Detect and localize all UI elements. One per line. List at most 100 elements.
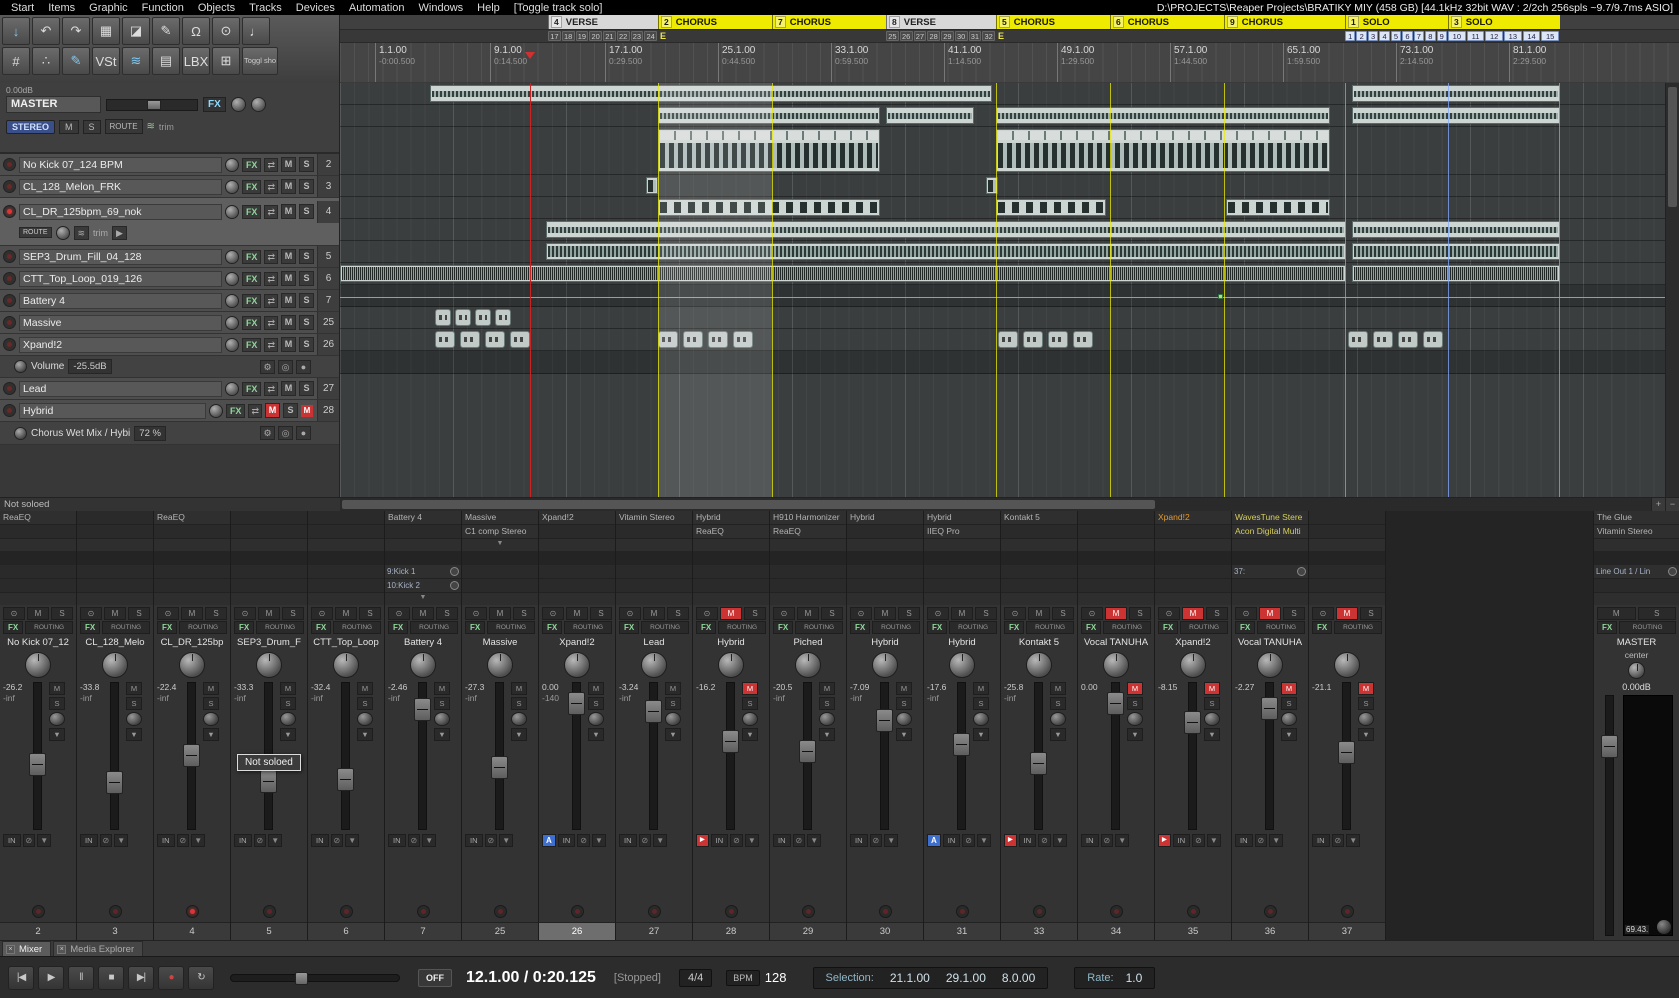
strip-fx-button[interactable]: FX	[465, 621, 485, 634]
solo-button[interactable]: S	[299, 179, 314, 194]
marker-chip[interactable]: 18	[562, 31, 575, 41]
send-slot[interactable]	[616, 579, 692, 593]
send-slot[interactable]	[1001, 565, 1077, 579]
envelope-lane-chorus-wet-mix-hybi[interactable]: Chorus Wet Mix / Hybi72 %⚙◎●	[0, 422, 339, 445]
strip-solo2-button[interactable]: S	[434, 697, 450, 710]
strip-trim-knob[interactable]	[1358, 712, 1374, 726]
strip-fx-button[interactable]: FX	[1312, 621, 1332, 634]
strip-solo2-button[interactable]: S	[511, 697, 527, 710]
strip-solo2-button[interactable]: S	[742, 697, 758, 710]
mixer-strip-33[interactable]: Kontakt 5⊙MSFXROUTINGKontakt 5-25.8-infM…	[1001, 511, 1078, 940]
strip-solo-button[interactable]: S	[898, 607, 920, 620]
strip-routing-button[interactable]: ROUTING	[1180, 621, 1228, 634]
send-slot[interactable]: 9:Kick 1	[385, 565, 461, 579]
strip-fader-handle[interactable]	[876, 709, 893, 732]
strip-mute2-button[interactable]: M	[588, 682, 604, 695]
marker-chip[interactable]: 19	[576, 31, 589, 41]
go-to-start-button[interactable]: |◀	[8, 966, 34, 990]
pan-knob[interactable]	[225, 158, 239, 172]
media-item[interactable]	[658, 199, 880, 216]
io-button[interactable]: ⇄	[264, 382, 278, 396]
strip-fx-button[interactable]: FX	[1081, 621, 1101, 634]
track-panel-battery-4[interactable]: Battery 4FX⇄MS7	[0, 290, 339, 312]
marker-chip[interactable]: 15	[1541, 31, 1559, 41]
arrange-view[interactable]	[340, 83, 1665, 497]
arrange-row-track-7[interactable]	[340, 219, 1665, 241]
pan-knob[interactable]	[225, 316, 239, 330]
solo-button[interactable]: S	[299, 249, 314, 264]
fx-slot[interactable]: Kontakt 5	[1001, 511, 1077, 525]
strip-mute2-button[interactable]: M	[203, 682, 219, 695]
strip-fx-button[interactable]: FX	[3, 621, 23, 634]
strip-trim-knob[interactable]	[973, 712, 989, 726]
fx-slot[interactable]	[1001, 525, 1077, 539]
strip-pan-knob[interactable]	[564, 652, 590, 678]
strip-number[interactable]: 33	[1001, 922, 1077, 940]
fx-env-arrow-icon[interactable]: ▼	[422, 834, 436, 847]
menu-item-items[interactable]: Items	[41, 2, 82, 14]
fx-env-arrow-icon[interactable]: ▼	[1053, 834, 1067, 847]
send-slot[interactable]: 10:Kick 2	[385, 579, 461, 593]
autoplay-badge[interactable]: ▶	[696, 834, 709, 847]
solo-button[interactable]: S	[283, 403, 298, 418]
marker-lane[interactable]: 1718192021222324E2526272829303132E123456…	[340, 30, 1679, 43]
send-slot[interactable]	[1078, 565, 1154, 579]
track-panel-cl-128-melon-frk[interactable]: CL_128_Melon_FRKFX⇄MS3	[0, 176, 339, 198]
strip-mute-button[interactable]: M	[258, 607, 280, 620]
send-slot[interactable]	[847, 579, 923, 593]
input-button[interactable]: IN	[157, 834, 175, 847]
record-arm-button[interactable]	[3, 316, 16, 329]
strip-fader[interactable]	[1342, 682, 1351, 830]
envelope-knob[interactable]	[14, 427, 27, 440]
send-slot[interactable]	[1309, 565, 1385, 579]
strip-fx-button[interactable]: FX	[157, 621, 177, 634]
menu-item-windows[interactable]: Windows	[412, 2, 471, 14]
arrange-row-track-6[interactable]	[340, 197, 1665, 219]
strip-routing-button[interactable]: ROUTING	[872, 621, 920, 634]
strip-mute-button[interactable]: M	[104, 607, 126, 620]
track-panel-hybrid[interactable]: HybridFX⇄MSM28	[0, 400, 339, 422]
strip-trim-knob[interactable]	[742, 712, 758, 726]
strip-fader-handle[interactable]	[29, 753, 46, 776]
track-panel-lead[interactable]: LeadFX⇄MS27	[0, 378, 339, 400]
media-item[interactable]	[646, 177, 658, 194]
fx-env-arrow-icon[interactable]: ▼	[653, 834, 667, 847]
off-button[interactable]: OFF	[418, 969, 452, 987]
mute-button[interactable]: M	[281, 179, 296, 194]
envelope-hide-icon[interactable]: ●	[296, 360, 311, 374]
strip-fader-handle[interactable]	[183, 744, 200, 767]
transport-position[interactable]: 12.1.00 / 0:20.125	[466, 969, 596, 987]
strip-solo2-button[interactable]: S	[896, 697, 912, 710]
send-slot[interactable]	[0, 565, 76, 579]
strip-mute-button[interactable]: M	[412, 607, 434, 620]
fx-button[interactable]: FX	[242, 316, 262, 330]
fx-slot[interactable]: Vitamin Stereo	[1594, 525, 1679, 539]
strip-record-arm-button[interactable]	[725, 905, 738, 918]
marker-chip[interactable]: 21	[603, 31, 616, 41]
send-slot[interactable]	[924, 579, 1000, 593]
fx-env-arrow-icon[interactable]: ▼	[499, 834, 513, 847]
envelope-knob[interactable]	[14, 360, 27, 373]
menu-item-devices[interactable]: Devices	[289, 2, 342, 14]
strip-mute2-button[interactable]: M	[819, 682, 835, 695]
fx-slot[interactable]	[1309, 525, 1385, 539]
media-item[interactable]	[475, 309, 491, 326]
fx-slot[interactable]	[308, 511, 384, 525]
fx-env-arrow-icon[interactable]: ▼	[1269, 834, 1283, 847]
send-slot[interactable]	[1078, 579, 1154, 593]
strip-fx-button[interactable]: FX	[1158, 621, 1178, 634]
strip-solo-button[interactable]: S	[1206, 607, 1228, 620]
input-button[interactable]: IN	[3, 834, 21, 847]
region-6-chorus[interactable]: 6CHORUS	[1110, 15, 1224, 29]
strip-pan-knob[interactable]	[410, 652, 436, 678]
waveform-icon[interactable]: ≋	[122, 47, 150, 75]
input-button[interactable]: IN	[465, 834, 483, 847]
fx-slot[interactable]: ReaEQ	[0, 511, 76, 525]
media-item[interactable]	[510, 331, 530, 348]
marker-chip[interactable]: 9	[1437, 31, 1447, 41]
menu-item-automation[interactable]: Automation	[342, 2, 412, 14]
monitor-button[interactable]: ▶	[112, 226, 127, 240]
strip-solo-button[interactable]: S	[513, 607, 535, 620]
marker-chip[interactable]: 11	[1467, 31, 1485, 41]
snap-magnet-icon[interactable]: Ω	[182, 17, 210, 45]
